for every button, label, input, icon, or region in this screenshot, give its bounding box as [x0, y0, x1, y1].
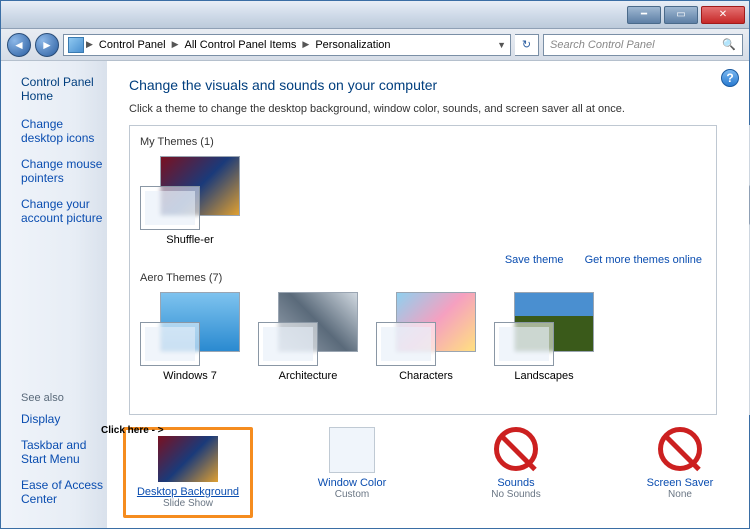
close-button[interactable]: ✕	[701, 6, 745, 24]
refresh-button[interactable]: ↻	[515, 34, 539, 56]
search-input[interactable]: Search Control Panel 🔍	[543, 34, 743, 56]
window-frame: ━ ▭ ✕ ◄ ► ▶ Control Panel ▶ All Control …	[0, 0, 750, 529]
sounds-label: Sounds	[451, 477, 581, 489]
my-themes-label: My Themes (1)	[140, 136, 706, 148]
save-theme-link[interactable]: Save theme	[505, 254, 564, 266]
theme-item-landscapes[interactable]: Landscapes	[494, 292, 594, 382]
aero-themes-label: Aero Themes (7)	[140, 272, 706, 284]
theme-name: Landscapes	[494, 370, 594, 382]
minimize-button[interactable]: ━	[627, 6, 661, 24]
screen-saver-button[interactable]: Screen Saver None	[615, 427, 745, 518]
desktop-background-label: Desktop Background	[130, 486, 246, 498]
no-sounds-icon	[494, 427, 538, 471]
sidebar-link-ease-of-access[interactable]: Ease of Access Center	[21, 478, 107, 506]
sidebar: Control Panel Home Change desktop icons …	[1, 61, 107, 528]
theme-item-characters[interactable]: Characters	[376, 292, 476, 382]
theme-name: Shuffle-er	[140, 234, 240, 246]
sidebar-link-taskbar[interactable]: Taskbar and Start Menu	[21, 438, 107, 466]
theme-name: Architecture	[258, 370, 358, 382]
themes-panel: My Themes (1) Shuffle-er Save theme Get …	[129, 125, 717, 415]
sounds-value: No Sounds	[451, 489, 581, 500]
address-bar[interactable]: ▶ Control Panel ▶ All Control Panel Item…	[63, 34, 511, 56]
desktop-background-button[interactable]: Desktop Background Slide Show	[123, 427, 253, 518]
search-icon[interactable]: 🔍	[722, 38, 736, 51]
chevron-icon: ▶	[172, 39, 179, 50]
page-title: Change the visuals and sounds on your co…	[129, 77, 745, 93]
no-screensaver-icon	[658, 427, 702, 471]
window-color-value: Custom	[287, 489, 417, 500]
theme-item-architecture[interactable]: Architecture	[258, 292, 358, 382]
sidebar-link-mouse-pointers[interactable]: Change mouse pointers	[21, 157, 107, 185]
desktop-background-value: Slide Show	[130, 498, 246, 509]
more-themes-link[interactable]: Get more themes online	[585, 254, 702, 266]
see-also-header: See also	[21, 392, 107, 404]
screen-saver-label: Screen Saver	[615, 477, 745, 489]
breadcrumb[interactable]: All Control Panel Items	[181, 39, 301, 51]
screen-saver-value: None	[615, 489, 745, 500]
forward-button[interactable]: ►	[35, 33, 59, 57]
window-color-button[interactable]: Window Color Custom	[287, 427, 417, 518]
theme-name: Windows 7	[140, 370, 240, 382]
navbar: ◄ ► ▶ Control Panel ▶ All Control Panel …	[1, 29, 749, 61]
sidebar-link-desktop-icons[interactable]: Change desktop icons	[21, 117, 107, 145]
theme-item-shuffle-er[interactable]: Shuffle-er	[140, 156, 240, 246]
theme-name: Characters	[376, 370, 476, 382]
main-content: ? Change the visuals and sounds on your …	[107, 61, 749, 528]
theme-item-windows7[interactable]: Windows 7	[140, 292, 240, 382]
sidebar-link-account-picture[interactable]: Change your account picture	[21, 197, 107, 225]
maximize-button[interactable]: ▭	[664, 6, 698, 24]
sidebar-link-display[interactable]: Display	[21, 412, 107, 426]
search-placeholder: Search Control Panel	[550, 39, 655, 51]
breadcrumb[interactable]: Control Panel	[95, 39, 170, 51]
help-button[interactable]: ?	[721, 69, 739, 87]
location-icon	[68, 37, 84, 53]
breadcrumb[interactable]: Personalization	[311, 39, 394, 51]
control-panel-home[interactable]: Control Panel Home	[21, 75, 107, 103]
chevron-icon: ▶	[86, 39, 93, 50]
window-color-label: Window Color	[287, 477, 417, 489]
annotation-arrow: Click here - >	[101, 425, 164, 436]
page-subtitle: Click a theme to change the desktop back…	[129, 103, 745, 115]
sounds-button[interactable]: Sounds No Sounds	[451, 427, 581, 518]
dropdown-icon[interactable]: ▼	[497, 40, 506, 50]
chevron-icon: ▶	[302, 39, 309, 50]
back-button[interactable]: ◄	[7, 33, 31, 57]
titlebar[interactable]: ━ ▭ ✕	[1, 1, 749, 29]
